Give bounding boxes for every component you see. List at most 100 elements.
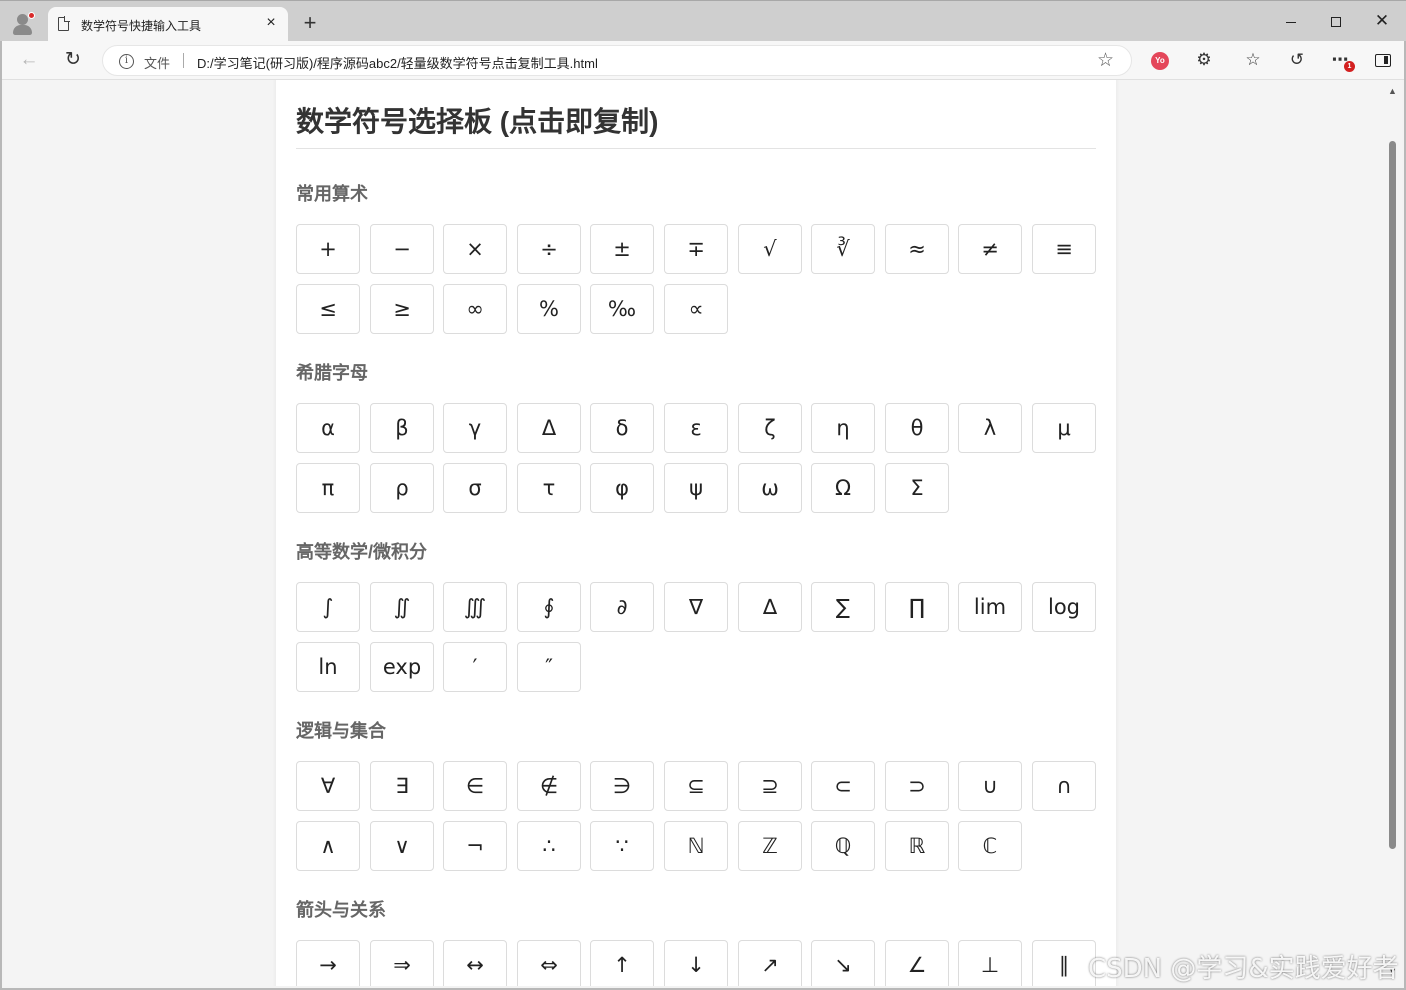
symbol-button[interactable]: ∭ bbox=[443, 582, 507, 632]
symbol-button[interactable]: ∥ bbox=[1032, 940, 1096, 986]
more-menu-icon[interactable]: ⋯ 1 bbox=[1328, 48, 1355, 72]
symbol-button[interactable]: λ bbox=[958, 403, 1022, 453]
favorite-star-icon[interactable]: ☆ bbox=[1097, 49, 1114, 72]
symbol-button[interactable]: √ bbox=[738, 224, 802, 274]
symbol-button[interactable]: ″ bbox=[517, 642, 581, 692]
symbol-button[interactable]: ρ bbox=[370, 463, 434, 513]
symbol-button[interactable]: ′ bbox=[443, 642, 507, 692]
symbol-button[interactable]: ∞ bbox=[443, 284, 507, 334]
symbol-button[interactable]: ∫ bbox=[296, 582, 360, 632]
maximize-button[interactable] bbox=[1321, 9, 1351, 33]
symbol-button[interactable]: ‰ bbox=[590, 284, 654, 334]
symbol-button[interactable]: log bbox=[1032, 582, 1096, 632]
symbol-button[interactable]: Δ bbox=[517, 403, 581, 453]
symbol-button[interactable]: ≠ bbox=[958, 224, 1022, 274]
symbol-button[interactable]: ℂ bbox=[958, 821, 1022, 871]
symbol-button[interactable]: ∉ bbox=[517, 761, 581, 811]
symbol-button[interactable]: ⊆ bbox=[664, 761, 728, 811]
symbol-button[interactable]: lim bbox=[958, 582, 1022, 632]
minimize-button[interactable] bbox=[1276, 9, 1306, 33]
scrollbar-thumb[interactable] bbox=[1389, 141, 1396, 849]
info-icon[interactable]: i bbox=[119, 54, 134, 69]
symbol-button[interactable]: ⊂ bbox=[811, 761, 875, 811]
symbol-button[interactable]: ≈ bbox=[885, 224, 949, 274]
symbol-button[interactable]: ∈ bbox=[443, 761, 507, 811]
reload-icon[interactable]: ↻ bbox=[61, 48, 85, 72]
sidebar-toggle-icon[interactable] bbox=[1371, 48, 1395, 72]
symbol-button[interactable]: ∀ bbox=[296, 761, 360, 811]
symbol-button[interactable]: φ bbox=[590, 463, 654, 513]
symbol-button[interactable]: ∓ bbox=[664, 224, 728, 274]
symbol-button[interactable]: ∪ bbox=[958, 761, 1022, 811]
symbol-button[interactable]: ↑ bbox=[590, 940, 654, 986]
symbol-button[interactable]: σ bbox=[443, 463, 507, 513]
extension-icon[interactable]: Yo bbox=[1151, 52, 1169, 70]
symbol-button[interactable]: ± bbox=[590, 224, 654, 274]
symbol-button[interactable]: ε bbox=[664, 403, 728, 453]
symbol-button[interactable]: ∵ bbox=[590, 821, 654, 871]
favorites-icon[interactable]: ☆ bbox=[1241, 48, 1265, 72]
tab-close-button[interactable]: × bbox=[262, 14, 280, 32]
symbol-button[interactable]: ∇ bbox=[664, 582, 728, 632]
symbol-button[interactable]: ∴ bbox=[517, 821, 581, 871]
symbol-button[interactable]: ↓ bbox=[664, 940, 728, 986]
symbol-button[interactable]: ∬ bbox=[370, 582, 434, 632]
symbol-button[interactable]: ∛ bbox=[811, 224, 875, 274]
symbol-button[interactable]: ↘ bbox=[811, 940, 875, 986]
symbol-button[interactable]: ℕ bbox=[664, 821, 728, 871]
new-tab-button[interactable]: + bbox=[298, 12, 322, 36]
scroll-up-icon[interactable]: ▲ bbox=[1388, 86, 1397, 96]
symbol-button[interactable]: δ bbox=[590, 403, 654, 453]
symbol-button[interactable]: ÷ bbox=[517, 224, 581, 274]
symbol-button[interactable]: ∏ bbox=[885, 582, 949, 632]
symbol-button[interactable]: ℝ bbox=[885, 821, 949, 871]
symbol-button[interactable]: exp bbox=[370, 642, 434, 692]
window-close-button[interactable]: ✕ bbox=[1367, 9, 1397, 33]
back-arrow-icon[interactable]: ← bbox=[17, 48, 41, 72]
symbol-button[interactable]: ln bbox=[296, 642, 360, 692]
symbol-button[interactable]: η bbox=[811, 403, 875, 453]
profile-avatar-icon[interactable] bbox=[10, 11, 36, 37]
symbol-button[interactable]: γ bbox=[443, 403, 507, 453]
symbol-button[interactable]: ω bbox=[738, 463, 802, 513]
symbol-button[interactable]: ∩ bbox=[1032, 761, 1096, 811]
symbol-button[interactable]: − bbox=[370, 224, 434, 274]
symbol-button[interactable]: ≥ bbox=[370, 284, 434, 334]
symbol-button[interactable]: ≤ bbox=[296, 284, 360, 334]
vertical-scrollbar[interactable]: ▲ ▼ bbox=[1384, 80, 1402, 986]
symbol-button[interactable]: ∑ bbox=[811, 582, 875, 632]
url-text[interactable]: D:/学习笔记(研习版)/程序源码abc2/轻量级数学符号点击复制工具.html bbox=[197, 53, 598, 72]
symbol-button[interactable]: → bbox=[296, 940, 360, 986]
symbol-button[interactable]: ⇒ bbox=[370, 940, 434, 986]
address-bar[interactable]: i 文件 D:/学习笔记(研习版)/程序源码abc2/轻量级数学符号点击复制工具… bbox=[102, 45, 1132, 76]
symbol-button[interactable]: Ω bbox=[811, 463, 875, 513]
symbol-button[interactable]: ↗ bbox=[738, 940, 802, 986]
symbol-button[interactable]: ¬ bbox=[443, 821, 507, 871]
symbol-button[interactable]: ⊇ bbox=[738, 761, 802, 811]
symbol-button[interactable]: ∋ bbox=[590, 761, 654, 811]
history-icon[interactable]: ↺ bbox=[1285, 48, 1309, 72]
symbol-button[interactable]: ⊃ bbox=[885, 761, 949, 811]
browser-tab[interactable]: 数学符号快捷输入工具 × bbox=[48, 7, 288, 42]
symbol-button[interactable]: ∂ bbox=[590, 582, 654, 632]
symbol-button[interactable]: ⇔ bbox=[517, 940, 581, 986]
symbol-button[interactable]: θ bbox=[885, 403, 949, 453]
symbol-button[interactable]: ℤ bbox=[738, 821, 802, 871]
symbol-button[interactable]: β bbox=[370, 403, 434, 453]
extensions-puzzle-icon[interactable]: ⚙ bbox=[1192, 48, 1216, 72]
symbol-button[interactable]: ∨ bbox=[370, 821, 434, 871]
symbol-button[interactable]: τ bbox=[517, 463, 581, 513]
symbol-button[interactable]: % bbox=[517, 284, 581, 334]
symbol-button[interactable]: Σ bbox=[885, 463, 949, 513]
symbol-button[interactable]: ∮ bbox=[517, 582, 581, 632]
symbol-button[interactable]: ∠ bbox=[885, 940, 949, 986]
symbol-button[interactable]: × bbox=[443, 224, 507, 274]
symbol-button[interactable]: ∧ bbox=[296, 821, 360, 871]
symbol-button[interactable]: + bbox=[296, 224, 360, 274]
symbol-button[interactable]: ↔ bbox=[443, 940, 507, 986]
symbol-button[interactable]: α bbox=[296, 403, 360, 453]
symbol-button[interactable]: ≡ bbox=[1032, 224, 1096, 274]
symbol-button[interactable]: ∝ bbox=[664, 284, 728, 334]
symbol-button[interactable]: π bbox=[296, 463, 360, 513]
symbol-button[interactable]: ζ bbox=[738, 403, 802, 453]
